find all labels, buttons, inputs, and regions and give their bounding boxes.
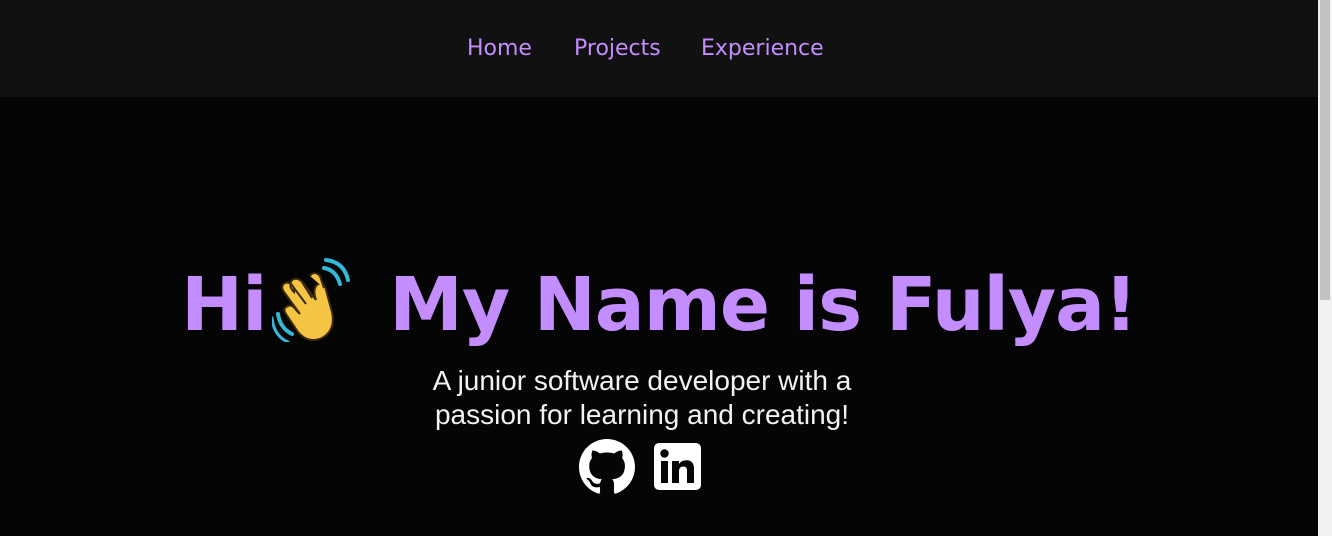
subtitle-line-1: A junior software developer with a [432,365,852,396]
subtitle-line-2: passion for learning and creating! [434,399,850,430]
hero-greeting: Hi [181,262,267,348]
github-icon [579,439,635,494]
vertical-scrollbar[interactable] [1318,0,1332,536]
hero-subtitle: A junior software developer with a passi… [0,364,1284,432]
hero-title: Hi My Name is Fulya! [0,258,1318,350]
linkedin-link[interactable] [654,443,701,495]
nav-link-projects[interactable]: Projects [574,34,661,64]
nav-link-home[interactable]: Home [467,34,532,64]
waving-hand-icon [270,258,356,344]
navbar: Home Projects Experience [0,0,1318,97]
github-link[interactable] [579,439,635,500]
linkedin-icon [654,443,701,490]
scrollbar-thumb[interactable] [1320,0,1330,300]
nav-link-experience[interactable]: Experience [701,34,824,64]
hero-name: My Name is Fulya! [389,262,1138,348]
page: Home Projects Experience Hi My Name is F… [0,0,1332,536]
